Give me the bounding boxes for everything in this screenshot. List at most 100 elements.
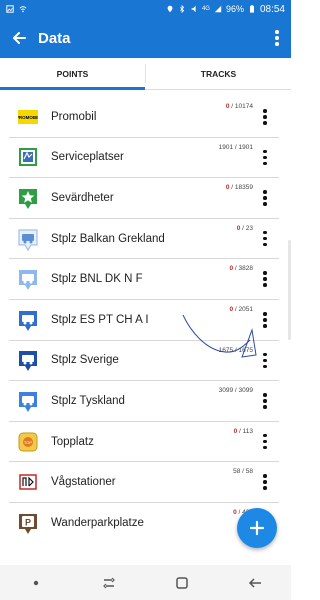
camper-marker-icon xyxy=(18,391,38,412)
row-label: Stplz Balkan Grekland xyxy=(51,232,165,245)
list-item[interactable]: Vågstationer 58 / 58 xyxy=(9,462,279,503)
svg-text:P: P xyxy=(25,518,31,528)
home-button[interactable] xyxy=(170,571,194,595)
more-vert-icon xyxy=(263,271,267,287)
more-vert-icon xyxy=(263,230,267,247)
tab-label: TRACKS xyxy=(200,68,237,79)
row-label: Wanderparkplatze xyxy=(51,517,144,530)
battery-icon xyxy=(249,5,254,13)
camper-marker-icon xyxy=(18,310,38,331)
list-item[interactable]: Sevärdheter 0 / 18359 xyxy=(9,178,279,219)
service-icon xyxy=(18,147,38,167)
wifi-off-icon xyxy=(19,6,27,13)
list-item[interactable]: Stplz Sverige 1675 / 1675 xyxy=(9,341,279,382)
promobil-logo-icon: PROMOBIL xyxy=(16,107,40,127)
more-vert-icon xyxy=(263,312,267,328)
tab-bar: POINTS TRACKS xyxy=(0,58,291,90)
more-vert-icon xyxy=(263,474,267,490)
row-count: 0 / 10174 xyxy=(225,103,253,110)
row-menu-button[interactable] xyxy=(255,259,275,299)
page-title: Data xyxy=(38,29,71,47)
list-item[interactable]: TOP Topplatz 0 / 113 xyxy=(9,422,279,463)
row-count: 0 / 18359 xyxy=(225,184,253,192)
camper-marker-icon xyxy=(18,229,38,251)
row-count: 0 / 113 xyxy=(233,427,253,435)
row-menu-button[interactable] xyxy=(255,97,275,137)
row-label: Sevärdheter xyxy=(51,191,114,204)
points-list: PROMOBIL Promobil 0 / 10174 Serviceplats… xyxy=(0,97,291,544)
signal-icon xyxy=(214,5,222,13)
tab-points[interactable]: POINTS xyxy=(0,58,145,90)
topplatz-logo-icon: TOP xyxy=(18,432,38,452)
row-label: Stplz Tyskland xyxy=(51,394,125,407)
more-vert-icon xyxy=(263,149,267,166)
plus-icon xyxy=(249,520,265,536)
tab-tracks[interactable]: TRACKS xyxy=(146,58,291,89)
row-count: 1675 / 1675 xyxy=(218,346,253,354)
recents-icon xyxy=(103,577,115,588)
bluetooth-icon xyxy=(180,5,185,13)
row-menu-button[interactable] xyxy=(255,381,275,421)
list-item[interactable]: PROMOBIL Promobil 0 / 10174 xyxy=(9,97,279,138)
clock: 08:54 xyxy=(259,3,285,15)
list-item[interactable]: Stplz ES PT CH A I 0 / 2051 xyxy=(9,300,279,341)
location-icon xyxy=(167,5,173,13)
back-button[interactable] xyxy=(0,18,38,58)
list-item[interactable]: Serviceplatser 1901 / 1901 xyxy=(9,138,279,179)
row-count: 0 / 3828 xyxy=(229,265,253,273)
network-label: 4G xyxy=(201,6,210,12)
row-label: Serviceplatser xyxy=(51,151,124,164)
scale-icon xyxy=(18,472,38,492)
row-count: 0 / 2051 xyxy=(229,305,253,313)
star-marker-icon xyxy=(18,188,38,209)
row-menu-button[interactable] xyxy=(255,178,275,218)
row-label: Stplz ES PT CH A I xyxy=(51,313,149,326)
row-count: 58 / 58 xyxy=(233,468,253,476)
row-count: 1901 / 1901 xyxy=(218,143,253,151)
camper-marker-icon xyxy=(18,269,38,291)
svg-text:TOP: TOP xyxy=(24,440,32,445)
row-menu-button[interactable] xyxy=(255,300,275,340)
row-count: 3099 / 3099 xyxy=(218,387,253,395)
row-menu-button[interactable] xyxy=(255,137,275,177)
list-item[interactable]: Stplz BNL DK N F 0 / 3828 xyxy=(9,259,279,300)
more-vert-icon xyxy=(263,393,267,409)
row-label: Topplatz xyxy=(51,435,94,448)
overflow-menu-button[interactable] xyxy=(263,18,291,58)
recents-button[interactable] xyxy=(97,571,121,595)
back-arrow-icon xyxy=(13,32,26,44)
battery-percent: 96% xyxy=(225,4,244,14)
parking-marker-icon: P xyxy=(18,513,38,535)
list-item[interactable]: Stplz Balkan Grekland 0 / 23 xyxy=(9,219,279,260)
more-vert-icon xyxy=(275,30,279,46)
nav-dot-button[interactable] xyxy=(24,571,48,595)
image-notification-icon xyxy=(6,5,14,13)
row-menu-button[interactable] xyxy=(255,422,275,462)
row-label: Stplz BNL DK N F xyxy=(51,273,143,286)
more-vert-icon xyxy=(263,433,267,450)
mute-icon xyxy=(191,5,196,13)
more-vert-icon xyxy=(263,352,267,369)
more-vert-icon xyxy=(263,190,267,206)
row-label: Stplz Sverige xyxy=(51,354,119,367)
app-bar: Data xyxy=(0,18,291,58)
tab-label: POINTS xyxy=(56,68,89,79)
add-button[interactable] xyxy=(237,508,277,548)
system-nav-bar xyxy=(0,565,291,600)
svg-text:PROMOBIL: PROMOBIL xyxy=(18,115,38,120)
camper-marker-icon xyxy=(18,350,38,372)
scrollbar[interactable] xyxy=(288,240,291,340)
home-square-icon xyxy=(176,576,188,589)
row-menu-button[interactable] xyxy=(255,219,275,259)
system-back-button[interactable] xyxy=(243,571,267,595)
list-item[interactable]: Stplz Tyskland 3099 / 3099 xyxy=(9,381,279,422)
row-menu-button[interactable] xyxy=(255,340,275,380)
back-arrow-icon xyxy=(248,577,261,588)
row-menu-button[interactable] xyxy=(255,462,275,502)
row-count: 0 / 23 xyxy=(236,224,253,232)
more-vert-icon xyxy=(263,109,267,125)
row-label: Vågstationer xyxy=(51,476,116,489)
row-label: Promobil xyxy=(51,110,97,123)
dot-icon xyxy=(34,580,39,585)
status-bar: 4G 96% 08:54 xyxy=(0,0,291,18)
